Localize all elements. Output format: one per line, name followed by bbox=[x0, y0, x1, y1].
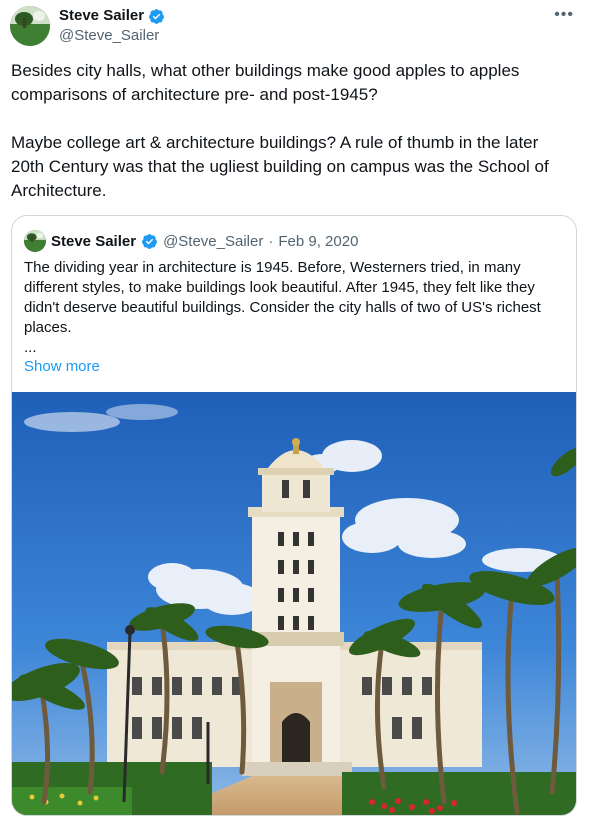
author-handle[interactable]: @Steve_Sailer bbox=[59, 27, 159, 45]
author-name[interactable]: Steve Sailer bbox=[59, 7, 144, 25]
tweet-paragraph-1: Besides city halls, what other buildings… bbox=[11, 61, 520, 104]
more-options-icon[interactable]: ••• bbox=[554, 6, 574, 24]
quoted-author-handle: @Steve_Sailer bbox=[163, 232, 264, 250]
quoted-tweet[interactable]: Steve Sailer @Steve_Sailer · Feb 9, 2020… bbox=[11, 215, 577, 816]
quoted-tweet-header: Steve Sailer @Steve_Sailer · Feb 9, 2020 bbox=[24, 230, 358, 252]
author-avatar[interactable] bbox=[10, 6, 50, 46]
tweet-header: Steve Sailer @Steve_Sailer ••• bbox=[10, 4, 582, 48]
quoted-tweet-text: The dividing year in architecture is 194… bbox=[24, 259, 541, 336]
date-separator: · bbox=[268, 232, 274, 250]
tweet-paragraph-2: Maybe college art & architecture buildin… bbox=[11, 133, 549, 200]
verified-badge-icon bbox=[148, 8, 165, 25]
quoted-verified-badge-icon bbox=[141, 233, 158, 250]
quoted-author-name: Steve Sailer bbox=[51, 232, 137, 250]
quoted-ellipsis: ... bbox=[24, 339, 37, 356]
quoted-date[interactable]: Feb 9, 2020 bbox=[278, 233, 358, 250]
quoted-author-avatar bbox=[24, 230, 46, 252]
city-hall-photo[interactable] bbox=[12, 392, 576, 815]
tweet-text: Besides city halls, what other buildings… bbox=[11, 59, 576, 203]
show-more-link[interactable]: Show more bbox=[24, 357, 100, 377]
